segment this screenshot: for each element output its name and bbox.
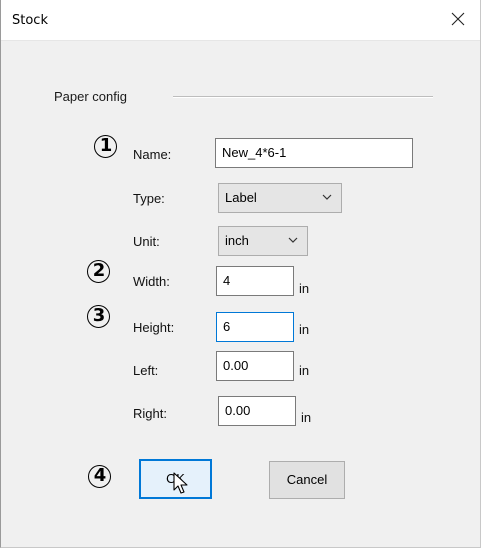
chevron-down-icon: [288, 237, 298, 243]
right-unit: in: [301, 410, 312, 425]
unit-select-value: inch: [225, 233, 249, 248]
dialog-title: Stock: [12, 13, 48, 28]
height-unit: in: [299, 322, 310, 337]
title-bar: Stock: [1, 0, 480, 41]
close-icon: [451, 12, 465, 26]
group-label-paper-config: Paper config: [54, 89, 127, 104]
step-marker-1: 1: [94, 135, 118, 159]
group-divider: [173, 96, 433, 98]
step-marker-4: 4: [88, 465, 112, 489]
type-select-value: Label: [225, 190, 257, 205]
height-label: Height:: [133, 320, 175, 335]
left-label: Left:: [133, 363, 159, 378]
chevron-down-icon: [322, 194, 332, 200]
name-label: Name:: [133, 147, 172, 162]
width-unit: in: [299, 281, 310, 296]
step-marker-2: 2: [87, 260, 111, 284]
close-button[interactable]: [436, 0, 480, 40]
step-marker-3: 3: [87, 305, 111, 329]
left-unit: in: [299, 363, 310, 378]
right-field[interactable]: 0.00: [218, 396, 296, 426]
unit-select[interactable]: inch: [218, 226, 308, 256]
name-field[interactable]: New_4*6-1: [215, 138, 413, 168]
mouse-pointer-icon: [173, 472, 188, 494]
unit-label: Unit:: [133, 234, 160, 249]
stock-dialog: Stock Paper config 1 2 3 4 Name: New_4*6…: [0, 0, 481, 548]
right-label: Right:: [133, 406, 167, 421]
width-label: Width:: [133, 274, 170, 289]
height-field[interactable]: 6: [216, 312, 294, 342]
cancel-button[interactable]: Cancel: [269, 461, 345, 499]
type-select[interactable]: Label: [218, 183, 342, 213]
type-label: Type:: [133, 191, 165, 206]
width-field[interactable]: 4: [216, 266, 294, 296]
left-field[interactable]: 0.00: [216, 351, 294, 381]
